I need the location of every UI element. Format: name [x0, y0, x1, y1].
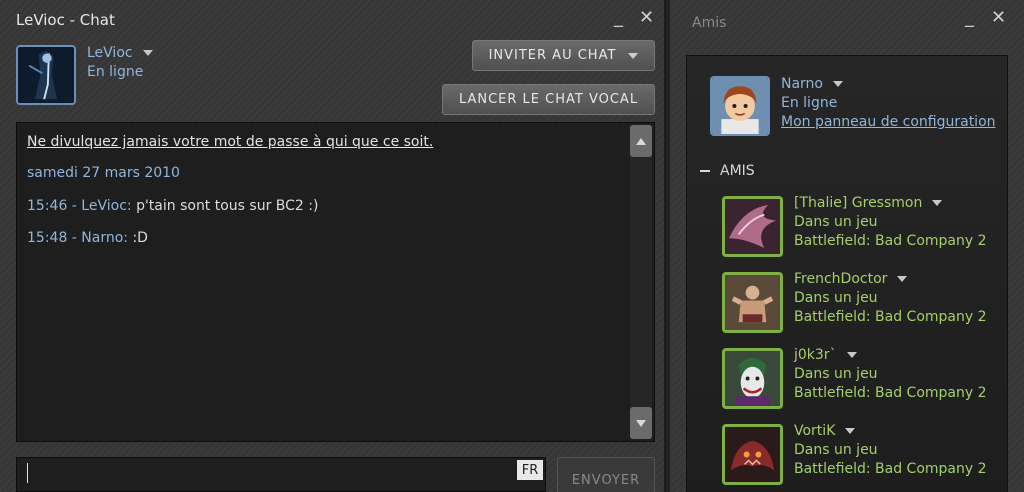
chat-scrollbar[interactable]: [630, 125, 652, 439]
my-avatar[interactable]: [710, 76, 770, 136]
message-text: p'tain sont tous sur BC2 :): [136, 198, 319, 214]
avatar-image: [725, 427, 780, 482]
friend-name[interactable]: VortiK: [794, 423, 856, 439]
friend-item[interactable]: j0k3r` Dans un jeu Battlefield: Bad Comp…: [722, 347, 1022, 410]
friend-status: Dans un jeu: [794, 366, 878, 382]
section-label: AMIS: [720, 163, 755, 179]
avatar-image: [712, 78, 768, 134]
arrow-up-icon: [636, 137, 646, 145]
chat-message: 15:46 - LeVioc: p'tain sont tous sur BC2…: [27, 198, 318, 214]
avatar-image: [725, 275, 780, 330]
chat-user-avatar[interactable]: [16, 45, 76, 105]
friend-name-label: j0k3r`: [794, 347, 837, 363]
friend-item[interactable]: [Thalie] Gressmon Dans un jeu Battlefiel…: [722, 195, 1022, 258]
friend-status: Dans un jeu: [794, 214, 878, 230]
chat-date: samedi 27 mars 2010: [27, 165, 180, 181]
chat-log[interactable]: Ne divulquez jamais votre mot de passe à…: [16, 122, 655, 442]
invite-to-chat-label: INVITER AU CHAT: [488, 48, 617, 63]
my-status: En ligne: [781, 95, 838, 111]
friend-name[interactable]: [Thalie] Gressmon: [794, 195, 943, 211]
scroll-up-button[interactable]: [630, 125, 652, 157]
arrow-down-icon: [636, 419, 646, 427]
send-button[interactable]: ENVOYER: [557, 457, 655, 492]
avatar-image: [18, 47, 74, 103]
avatar-image: [725, 351, 780, 406]
friend-game: Battlefield: Bad Company 2: [794, 233, 987, 249]
friend-avatar[interactable]: [722, 196, 783, 257]
friend-status: Dans un jeu: [794, 442, 878, 458]
collapse-icon[interactable]: [700, 170, 710, 172]
friend-name-label: VortiK: [794, 423, 836, 439]
input-language-indicator[interactable]: FR: [517, 460, 543, 480]
chat-message: 15:48 - Narno: :D: [27, 230, 148, 246]
chat-window: LeVioc - Chat _ ✕ LeVioc En ligne INVITE…: [0, 0, 666, 492]
chat-user-status: En ligne: [87, 64, 144, 80]
message-text: :D: [132, 230, 148, 246]
close-icon[interactable]: ✕: [991, 8, 1006, 28]
chevron-down-icon[interactable]: [897, 276, 908, 282]
friends-window: Amis _ ✕ Narno En ligne Mon panneau de c…: [670, 0, 1024, 492]
avatar-image: [725, 199, 780, 254]
friend-item[interactable]: FrenchDoctor Dans un jeu Battlefield: Ba…: [722, 271, 1022, 334]
friend-name[interactable]: j0k3r`: [794, 347, 857, 363]
minimize-icon[interactable]: _: [965, 8, 974, 28]
my-name[interactable]: Narno: [781, 76, 843, 92]
message-input[interactable]: FR: [16, 457, 546, 492]
friends-section-header[interactable]: AMIS: [700, 163, 755, 179]
invite-to-chat-button[interactable]: INVITER AU CHAT: [472, 40, 655, 71]
close-icon[interactable]: ✕: [639, 8, 654, 28]
friend-name-label: [Thalie] Gressmon: [794, 195, 923, 211]
voice-chat-button[interactable]: LANCER LE CHAT VOCAL: [442, 84, 655, 115]
friend-item[interactable]: VortiK Dans un jeu Battlefield: Bad Comp…: [722, 423, 1022, 486]
friend-avatar[interactable]: [722, 424, 783, 485]
voice-chat-label: LANCER LE CHAT VOCAL: [458, 92, 639, 107]
chevron-down-icon[interactable]: [932, 200, 943, 206]
friend-status: Dans un jeu: [794, 290, 878, 306]
scrollbar-track[interactable]: [630, 125, 652, 439]
password-warning[interactable]: Ne divulquez jamais votre mot de passe à…: [27, 134, 433, 150]
chevron-down-icon[interactable]: [142, 50, 153, 56]
friend-game: Battlefield: Bad Company 2: [794, 309, 987, 325]
my-name-label: Narno: [781, 76, 823, 92]
chevron-down-icon[interactable]: [845, 428, 856, 434]
chevron-down-icon[interactable]: [846, 352, 857, 358]
chat-window-title: LeVioc - Chat: [16, 11, 115, 29]
chevron-down-icon[interactable]: [833, 81, 843, 87]
config-panel-link[interactable]: Mon panneau de configuration: [781, 114, 996, 130]
chat-user-name[interactable]: LeVioc: [87, 45, 153, 61]
friend-avatar[interactable]: [722, 348, 783, 409]
chevron-down-icon: [628, 52, 639, 59]
friend-game: Battlefield: Bad Company 2: [794, 461, 987, 477]
message-meta: 15:48 - Narno:: [27, 230, 129, 246]
friend-name-label: FrenchDoctor: [794, 271, 888, 287]
friend-game: Battlefield: Bad Company 2: [794, 385, 987, 401]
scroll-down-button[interactable]: [630, 407, 652, 439]
friend-name[interactable]: FrenchDoctor: [794, 271, 908, 287]
friend-avatar[interactable]: [722, 272, 783, 333]
text-cursor: [27, 463, 28, 483]
friends-window-title: Amis: [692, 15, 727, 31]
message-meta: 15:46 - LeVioc:: [27, 198, 132, 214]
minimize-icon[interactable]: _: [614, 8, 623, 28]
chat-user-name-label: LeVioc: [87, 45, 133, 61]
